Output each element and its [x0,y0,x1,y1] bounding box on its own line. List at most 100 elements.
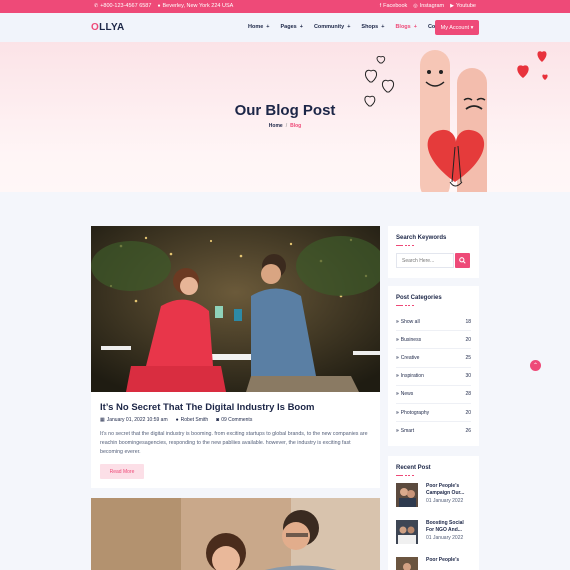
youtube-icon: ▶ [450,3,454,9]
recent-post-date: 01 January 2022 [426,498,464,504]
facebook-link[interactable]: f Facebook [380,3,408,9]
logo-text: LLYA [99,22,125,33]
category-name: Creative [400,354,420,361]
my-account-button[interactable]: My Account ▾ [435,20,479,35]
title-underline [396,245,414,246]
contact-info: ✆ +800-123-4567 6587 ● Beverley, New York … [94,3,233,9]
plus-icon: + [266,24,270,30]
breadcrumb-separator: / [285,123,288,129]
search-input[interactable]: Search Here... [396,253,454,268]
address-text-wrap: ● Beverley, New York 224 USA [157,3,233,9]
nav-blogs[interactable]: Blogs + [395,24,417,30]
nav-pages[interactable]: Pages + [281,24,303,30]
nav-label: Community [313,24,345,30]
facebook-icon: f [379,3,382,9]
recent-post-item[interactable]: Poor People’s [396,557,471,570]
nav-label: Blogs [395,24,411,30]
double-chevron-icon: » [396,373,399,380]
category-item[interactable]: » Business 20 [396,331,471,350]
category-count: 28 [465,391,471,398]
post-meta: ▦ January 01, 2022 10:59 am ● Robet Smith … [100,417,252,423]
phone-icon: ✆ [94,3,99,9]
recent-post-title: Poor People’s Campaign Our... [426,483,465,496]
nav-label: Pages [280,24,297,30]
breadcrumb-home[interactable]: Home [269,123,283,129]
recent-post-item[interactable]: Poor People’s Campaign Our... 01 January … [396,483,471,520]
category-count: 18 [465,318,471,325]
post-comments[interactable]: ◙ 09 Comments [216,417,252,423]
post-date: ▦ January 01, 2022 10:59 am [100,417,168,423]
user-icon: ● [175,417,179,423]
nav-shops[interactable]: Shops + [361,24,384,30]
widget-title: Recent Post [396,465,431,471]
youtube-link[interactable]: ▶ Youtube [450,3,476,9]
category-item[interactable]: » Smart 26 [396,422,471,440]
category-item[interactable]: » Photography 20 [396,404,471,423]
double-chevron-icon: » [396,354,399,361]
recent-posts-widget: Recent Post Poor People’s Campaign Our..… [388,456,479,570]
recent-post-item[interactable]: Boosting Social For NGO And... 01 January… [396,520,471,557]
category-name: Show all [400,318,420,325]
category-name: Inspiration [400,373,424,380]
instagram-icon: ◎ [413,3,418,9]
main-header: OLLYA Home + Pages + Community + Shops + Blo… [0,13,570,42]
recent-post-date: 01 January 2022 [426,535,464,541]
nav-home[interactable]: Home + [248,24,270,30]
phone-text: +800-123-4567 6587 [100,3,152,9]
nav-community[interactable]: Community + [314,24,350,30]
post-image-2[interactable] [91,498,380,570]
search-button[interactable] [455,253,470,268]
plus-icon: + [299,24,303,30]
category-item[interactable]: » Inspiration 30 [396,368,471,386]
category-count: 26 [465,428,471,435]
category-name: Smart [400,428,415,435]
category-count: 20 [465,409,471,416]
site-logo[interactable]: OLLYA [91,22,125,33]
category-count: 25 [465,354,471,361]
double-chevron-icon: » [396,318,399,325]
title-underline [396,305,414,306]
double-chevron-icon: » [396,391,399,398]
blog-post-card: It’s No Secret That The Digital Industry… [91,226,380,488]
widget-title: Post Categories [396,295,442,301]
post-date-text: January 01, 2022 10:59 am [106,417,168,423]
logo-accent-letter: O [91,22,100,33]
top-bar: ✆ +800-123-4567 6587 ● Beverley, New York … [0,0,570,13]
read-more-button[interactable]: Read More [100,464,144,479]
category-count: 30 [465,373,471,380]
post-excerpt: It’s no secret that the digital industry… [100,431,368,455]
post-image[interactable] [91,226,380,392]
double-chevron-icon: » [396,428,399,435]
recent-post-thumbnail [396,483,418,507]
category-item[interactable]: » Show all 18 [396,313,471,332]
scroll-to-top-button[interactable]: ⌃ [530,360,541,371]
facebook-label: Facebook [383,3,408,9]
recent-post-title: Boosting Social For NGO And... [426,520,464,533]
main-nav: Home+ Pages+ Community+ Shops+ Blogs+ Co… [248,24,459,30]
recent-post-thumbnail [396,520,418,544]
title-underline [396,475,414,476]
social-links: f Facebook ◎ Instagram ▶ Youtube [380,3,476,9]
recent-post-list: Poor People’s Campaign Our... 01 January … [396,483,471,570]
instagram-link[interactable]: ◎ Instagram [413,3,444,9]
plus-icon: + [413,24,417,30]
category-item[interactable]: » Creative 25 [396,349,471,368]
instagram-label: Instagram [419,3,445,9]
plus-icon: + [347,24,351,30]
location-pin-icon: ● [157,3,161,9]
post-author-text: Robet Smith [180,417,209,423]
chevron-up-icon: ⌃ [532,363,539,369]
recent-post-thumbnail [396,557,418,570]
calendar-icon: ▦ [100,417,105,423]
breadcrumb-current: Blog [290,123,302,129]
blog-post-card-2 [91,498,380,570]
post-title[interactable]: It’s No Secret That The Digital Industry… [100,402,314,413]
youtube-label: Youtube [456,3,476,9]
category-name: News [400,391,414,398]
category-item[interactable]: » News 28 [396,386,471,404]
nav-label: Shops [361,24,379,30]
nav-label: Home [248,24,264,30]
double-chevron-icon: » [396,409,399,416]
phone-link[interactable]: ✆ +800-123-4567 6587 [94,3,151,9]
post-author[interactable]: ● Robet Smith [176,417,209,423]
